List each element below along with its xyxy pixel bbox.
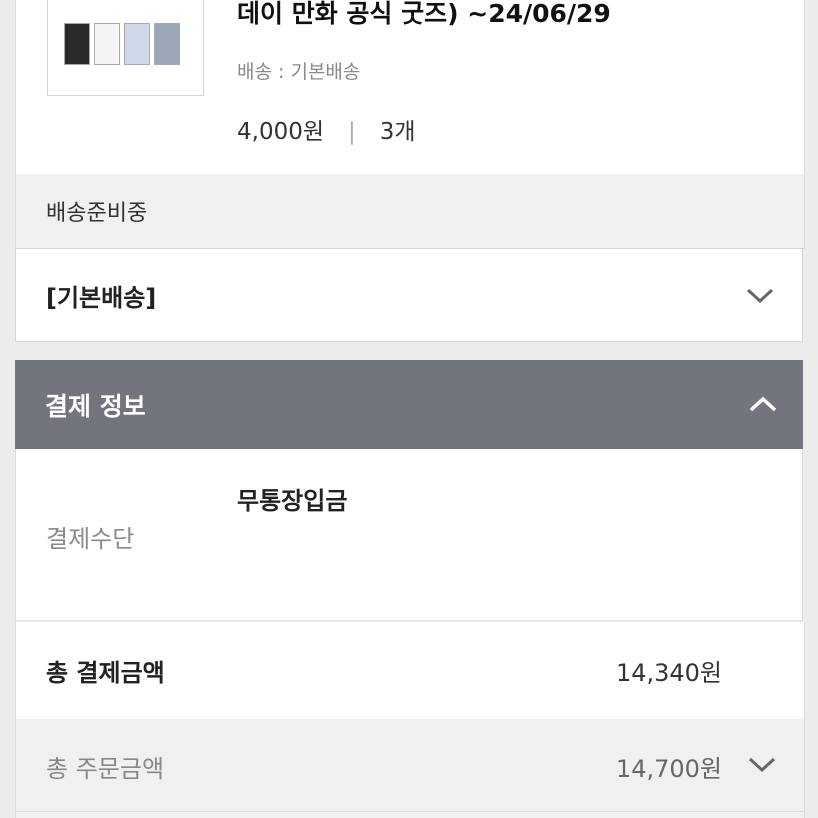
product-quantity: 3개 [379,119,416,145]
payment-method-label: 결제수단 [46,525,135,553]
delivery-toggle[interactable]: [기본배송] [15,249,803,342]
order-status: 배송준비중 [46,201,148,226]
next-row-edge [15,812,805,818]
payment-method-row: 결제수단 무통장입금 [15,449,803,621]
price-quantity: 4,000원 | 3개 [237,112,416,146]
product-title[interactable]: 데이 만화 공식 굿즈) ~24/06/29 [237,0,611,30]
delivery-label: [기본배송] [46,284,157,312]
thumbnail-card-image [154,23,180,65]
product-card: 데이 만화 공식 굿즈) ~24/06/29 배송 : 기본배송 4,000원 |… [15,0,805,174]
thumbnail-card-image [64,23,90,65]
product-price: 4,000원 [237,119,325,145]
chevron-down-icon[interactable] [746,288,774,304]
shipping-method: 배송 : 기본배송 [237,61,361,83]
total-payment-row: 총 결제금액 14,340원 [15,622,805,719]
payment-info-header[interactable]: 결제 정보 [15,360,803,449]
product-thumbnail[interactable] [47,0,204,96]
total-order-label: 총 주문금액 [46,755,165,783]
divider: | [348,119,356,145]
total-payment-value: 14,340원 [615,659,722,687]
payment-info-title: 결제 정보 [45,392,146,421]
total-order-value: 14,700원 [615,755,722,783]
thumbnail-card-image [124,23,150,65]
chevron-up-icon[interactable] [749,396,777,412]
total-payment-label: 총 결제금액 [46,659,165,687]
order-status-bar: 배송준비중 [15,174,805,249]
thumbnail-card-image [94,23,120,65]
total-order-toggle[interactable]: 총 주문금액 14,700원 [15,719,805,812]
chevron-down-icon[interactable] [748,757,776,773]
payment-method-value: 무통장입금 [237,487,348,515]
